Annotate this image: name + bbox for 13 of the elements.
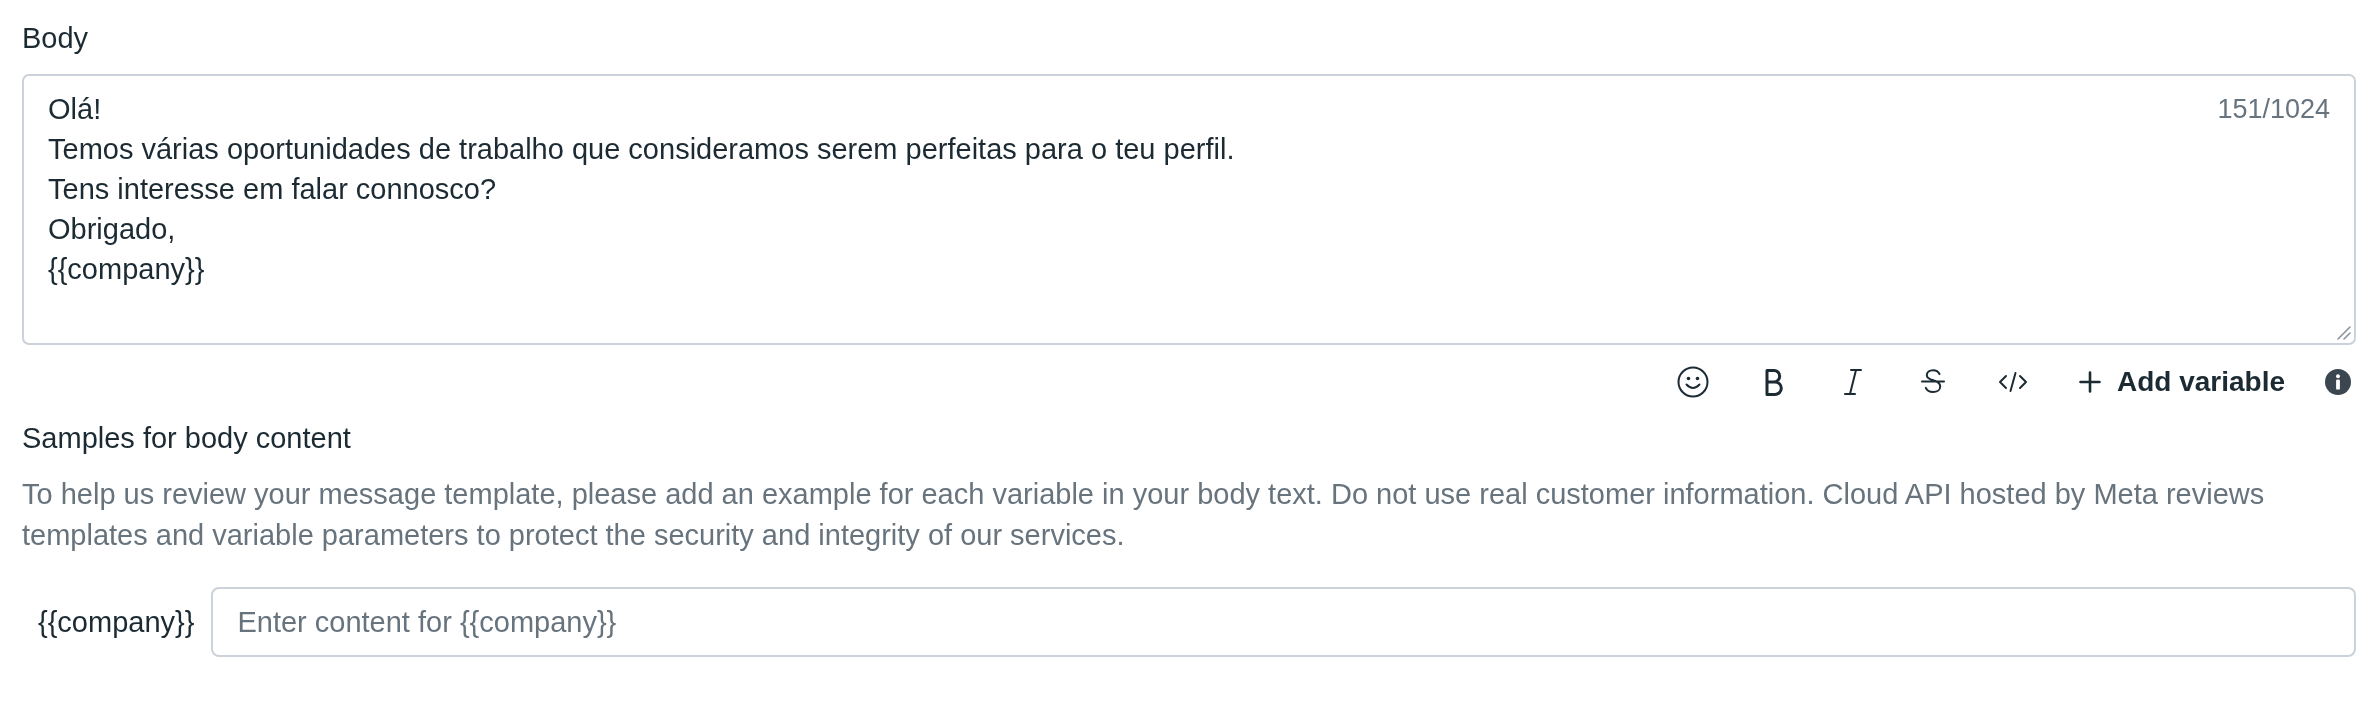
emoji-icon[interactable] [1676, 366, 1709, 398]
character-counter: 151/1024 [2217, 93, 2330, 126]
variable-label: {{company}} [38, 605, 195, 639]
message-body-field[interactable]: Olá! Temos várias oportunidades de trabalho que consideramos serem perfeitas para o teu perfil. Tens interesse em falar connosco? Obrigado, {{company}} 151/1024 [22, 74, 2356, 345]
info-icon[interactable] [2325, 369, 2351, 395]
sample-input[interactable]: Enter content for {{company}} [211, 587, 2356, 657]
resize-handle-icon[interactable] [2337, 326, 2351, 340]
add-variable-button[interactable]: Add variable [2078, 362, 2285, 402]
body-label: Body [22, 21, 90, 56]
samples-description: To help us review your message template, please add an example for each variable in your body text. Do not use real customer information. Cloud API hosted by Meta reviews templates and variable parameters to protect the security and integrity of our services. [22, 477, 2266, 553]
plus-icon [2078, 371, 2101, 393]
message-text: Olá! Temos várias oportunidades de trabalho que consideramos serem perfeitas para o teu perfil. Tens interesse em falar connosco? Obrigado, {{company}} [48, 92, 1235, 287]
samples-title: Samples for body content [22, 421, 352, 456]
